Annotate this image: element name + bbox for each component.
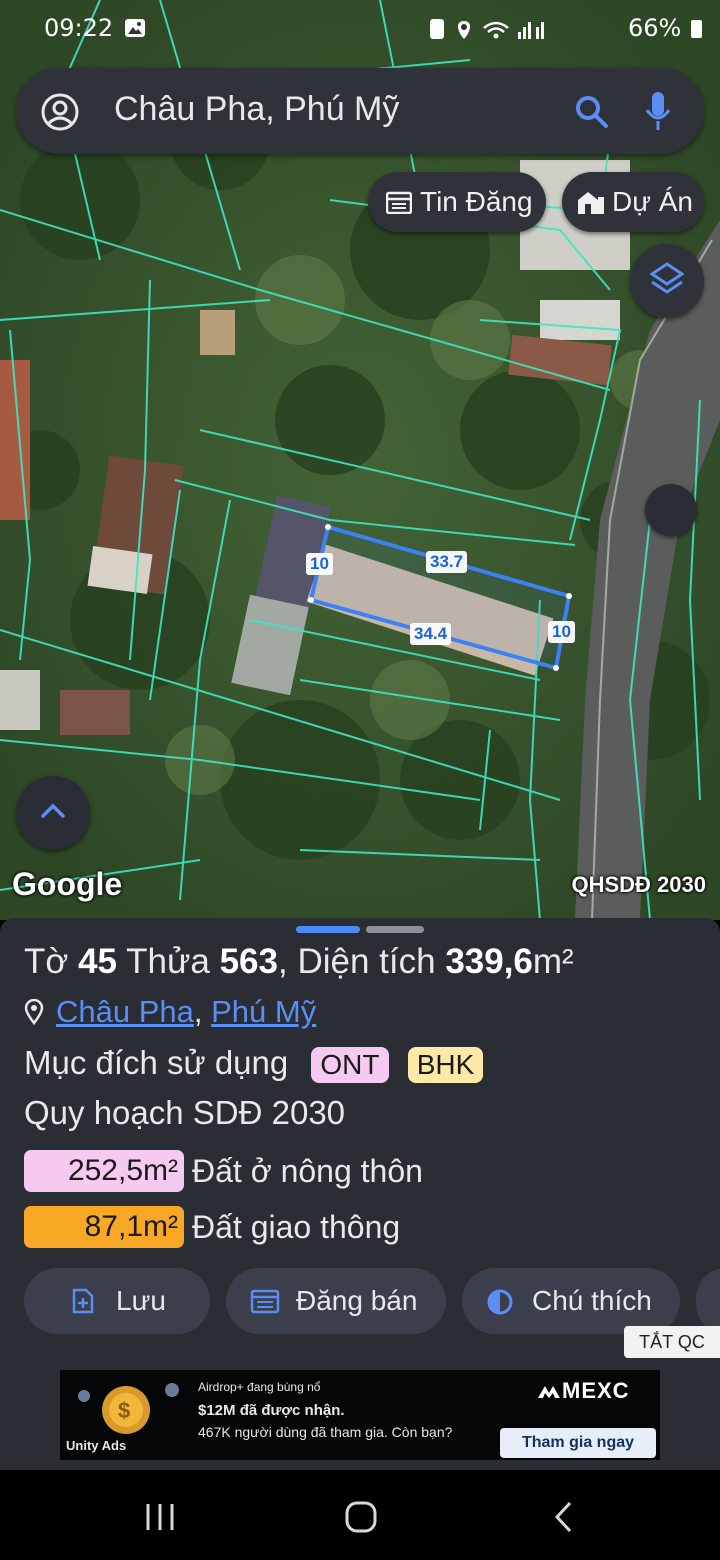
status-icons <box>430 19 544 39</box>
ad-line1: Airdrop+ đang bùng nổ <box>198 1380 321 1394</box>
search-bar[interactable]: Châu Pha, Phú Mỹ <box>16 68 704 154</box>
status-bar: 09:22 66% <box>0 0 720 56</box>
projects-label: Dự Án <box>612 186 693 217</box>
legend-button[interactable]: Chú thích <box>462 1268 680 1334</box>
legend-label: Chú thích <box>532 1285 652 1316</box>
area-traffic-label: Đất giao thông <box>192 1209 401 1245</box>
contrast-icon <box>487 1289 513 1315</box>
svg-text:$: $ <box>118 1398 130 1423</box>
sheet-handle-inactive[interactable] <box>366 926 424 933</box>
chevron-up-icon <box>41 803 65 818</box>
plan-layer-label: QHSDĐ 2030 <box>571 872 706 897</box>
save-label: Lưu <box>116 1285 166 1316</box>
parcel-dim-top: 33.7 <box>426 551 468 573</box>
ad-banner[interactable]: $ Airdrop+ đang bùng nổ $12M đã được nhậ… <box>60 1370 660 1460</box>
home-icon[interactable] <box>344 1500 378 1534</box>
area-rural-residential-label: Đất ở nông thôn <box>192 1153 423 1189</box>
projects-button[interactable]: Dự Án <box>562 172 704 232</box>
area-rural-residential: 252,5m² <box>24 1150 184 1192</box>
land-use-purpose: Mục đích sử dụng ONT BHK <box>24 1044 484 1083</box>
listings-label: Tin Đăng <box>420 186 533 217</box>
tag-ont: ONT <box>311 1047 389 1083</box>
area-traffic: 87,1m² <box>24 1206 184 1248</box>
expand-sheet-button[interactable] <box>16 776 90 850</box>
ad-cta-button[interactable]: Tham gia ngay <box>500 1428 656 1458</box>
tag-bhk: BHK <box>407 1047 484 1083</box>
ad-brand: MEXC <box>536 1378 630 1404</box>
search-icon[interactable] <box>572 92 612 132</box>
mexc-logo-icon <box>538 1386 560 1398</box>
back-icon[interactable] <box>552 1500 574 1534</box>
parcel-location: Châu Pha, Phú Mỹ <box>24 994 316 1030</box>
building-icon <box>578 192 604 214</box>
map-scroll-handle[interactable] <box>645 484 697 536</box>
parcel-dim-right: 10 <box>548 621 575 643</box>
layers-button[interactable] <box>630 244 704 318</box>
parcel-dim-left: 10 <box>306 553 333 575</box>
system-nav-bar <box>0 1470 720 1560</box>
account-icon[interactable] <box>40 92 80 132</box>
battery-level: 66% <box>628 14 702 42</box>
ad-line2: $12M đã được nhận. <box>198 1402 345 1419</box>
layers-icon <box>650 262 684 294</box>
location-pin-icon <box>24 998 44 1026</box>
search-input[interactable]: Châu Pha, Phú Mỹ <box>114 90 399 129</box>
parcel-title: Tờ 45 Thửa 563, Diện tích 339,6m² <box>24 942 574 981</box>
town-link[interactable]: Phú Mỹ <box>211 994 316 1029</box>
ad-network: Unity Ads <box>66 1438 127 1453</box>
commune-link[interactable]: Châu Pha <box>56 994 194 1029</box>
listings-button[interactable]: Tin Đăng <box>368 172 546 232</box>
google-logo: Google <box>12 866 123 902</box>
post-sale-label: Đăng bán <box>296 1285 418 1316</box>
gallery-icon <box>125 19 145 37</box>
land-plan-label: Quy hoạch SDĐ 2030 <box>24 1094 346 1131</box>
close-ads-button[interactable]: TẮT QC <box>624 1326 720 1358</box>
ad-line3: 467K người dùng đã tham gia. Còn bạn? <box>198 1424 453 1440</box>
calendar-list-icon <box>386 191 412 214</box>
battery-icon <box>691 20 702 38</box>
sheet-handle-active[interactable] <box>296 926 360 933</box>
post-sale-button[interactable]: Đăng bán <box>226 1268 446 1334</box>
status-time: 09:22 <box>44 14 114 42</box>
recent-apps-icon[interactable] <box>144 1502 176 1532</box>
parcel-dim-bottom: 34.4 <box>410 623 452 645</box>
microphone-icon[interactable] <box>642 90 674 134</box>
add-document-icon <box>72 1288 94 1314</box>
save-button[interactable]: Lưu <box>24 1268 210 1334</box>
calendar-list-icon <box>250 1289 280 1314</box>
